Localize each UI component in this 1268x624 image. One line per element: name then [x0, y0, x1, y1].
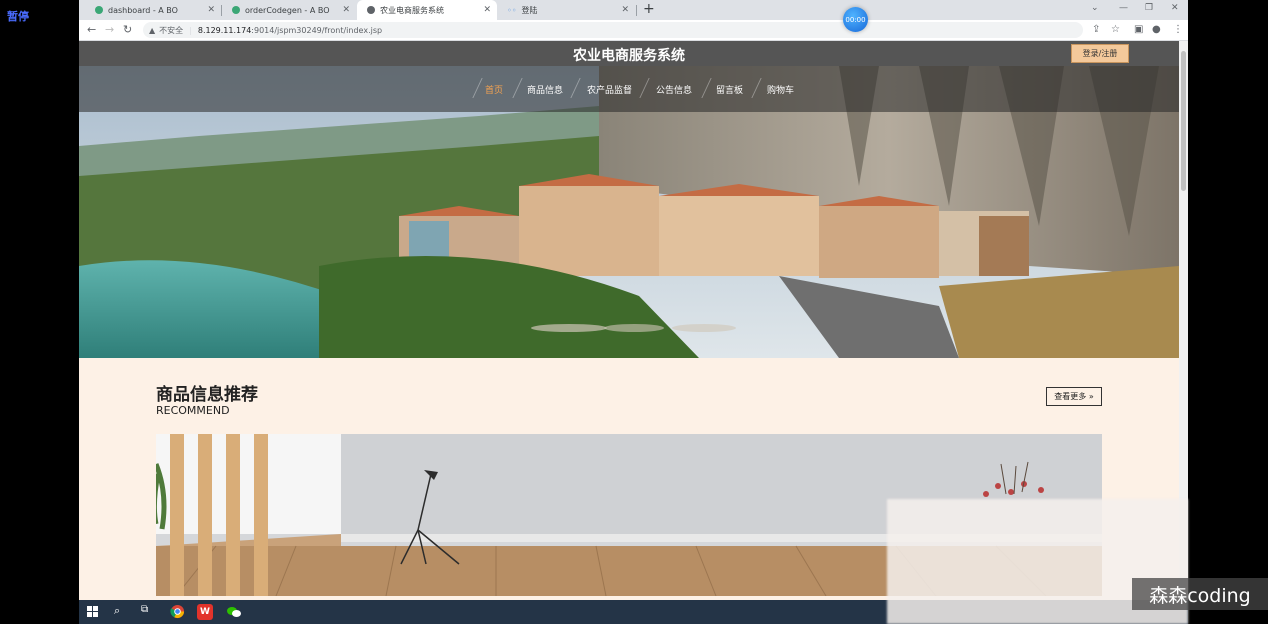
wechat-icon[interactable]	[226, 604, 242, 620]
main-nav: 首页 商品信息 农产品监督 公告信息 留言板 购物车	[79, 66, 1179, 112]
tab-close-icon[interactable]: ✕	[621, 5, 629, 15]
tab-agri-system[interactable]: 农业电商服务系统 ✕	[357, 0, 497, 20]
recorder-pause-label[interactable]: 暂停	[7, 8, 29, 24]
site-title: 农业电商服务系统	[573, 48, 685, 64]
screen: 暂停 dashboard - A BO ✕ orderCodegen - A B…	[0, 0, 1268, 624]
loading-icon: ◦◦	[507, 5, 517, 15]
close-window-icon[interactable]: ✕	[1171, 3, 1179, 13]
nav-divider	[512, 78, 523, 98]
tab-strip: dashboard - A BO ✕ orderCodegen - A BO ✕…	[79, 0, 1188, 20]
forward-icon[interactable]: →	[105, 23, 114, 36]
menu-icon[interactable]: ⋮	[1173, 24, 1183, 35]
scrollbar-thumb[interactable]	[1181, 51, 1186, 191]
minimize-icon[interactable]: —	[1119, 3, 1128, 13]
nav-divider	[751, 78, 762, 98]
nav-announcements[interactable]: 公告信息	[656, 83, 692, 96]
tab-favicon-icon	[232, 6, 240, 14]
security-label[interactable]: 不安全	[159, 25, 183, 36]
search-icon[interactable]: ⌕	[114, 604, 130, 620]
nav-divider	[639, 78, 650, 98]
section-subtitle: RECOMMEND	[156, 404, 230, 417]
nav-home[interactable]: 首页	[485, 83, 503, 96]
hero-banner: 首页 商品信息 农产品监督 公告信息 留言板 购物车	[79, 66, 1179, 358]
url-path: :9014/jspm30249/front/index.jsp	[251, 25, 383, 35]
sidebar-icon[interactable]: ▣	[1134, 24, 1143, 35]
view-more-button[interactable]: 查看更多 »	[1046, 387, 1102, 406]
nav-divider	[570, 78, 581, 98]
tab-login[interactable]: ◦◦ 登陆 ✕	[497, 0, 635, 20]
restore-icon[interactable]: ❐	[1145, 3, 1153, 13]
star-icon[interactable]: ☆	[1111, 24, 1120, 35]
tab-title: dashboard - A BO	[108, 5, 178, 15]
nav-products[interactable]: 商品信息	[527, 83, 563, 96]
share-icon[interactable]: ⇪	[1092, 24, 1100, 35]
browser-toolbar: ← → ↻ ▲ 不安全 | 8.129.11.174 :9014/jspm302…	[79, 20, 1188, 41]
taskview-icon[interactable]: ⧉	[141, 604, 157, 620]
globe-icon	[367, 6, 375, 14]
watermark-label: 森森coding	[1132, 578, 1268, 610]
tab-separator	[636, 5, 637, 16]
tab-title: 农业电商服务系统	[380, 5, 444, 15]
url-host: 8.129.11.174	[197, 25, 252, 35]
chrome-icon[interactable]	[170, 604, 186, 620]
nav-supervision[interactable]: 农产品监督	[587, 83, 632, 96]
tab-title: orderCodegen - A BO	[245, 5, 330, 15]
profile-icon[interactable]: ●	[1152, 24, 1161, 35]
tab-close-icon[interactable]: ✕	[207, 5, 215, 15]
section-title: 商品信息推荐	[156, 385, 258, 405]
tab-favicon-icon	[95, 6, 103, 14]
tab-close-icon[interactable]: ✕	[342, 5, 350, 15]
tab-close-icon[interactable]: ✕	[483, 5, 491, 15]
nav-message-board[interactable]: 留言板	[716, 83, 743, 96]
tab-ordercodegen[interactable]: orderCodegen - A BO ✕	[222, 0, 356, 20]
windows-start-icon[interactable]	[86, 604, 102, 620]
recorder-timer[interactable]: 00:00	[843, 7, 868, 32]
site-header: 农业电商服务系统 登录/注册	[79, 41, 1179, 66]
back-icon[interactable]: ←	[87, 23, 96, 36]
tab-dashboard[interactable]: dashboard - A BO ✕	[85, 0, 221, 20]
tab-title: 登陆	[521, 5, 538, 15]
chevron-down-icon[interactable]: ⌄	[1091, 3, 1099, 13]
new-tab-button[interactable]: +	[643, 1, 655, 17]
nav-divider	[701, 78, 712, 98]
divider: |	[189, 25, 192, 35]
nav-divider	[472, 78, 483, 98]
address-bar[interactable]: ▲ 不安全 | 8.129.11.174 :9014/jspm30249/fro…	[143, 22, 1083, 38]
wps-icon[interactable]: W	[197, 604, 213, 620]
nav-cart[interactable]: 购物车	[767, 83, 794, 96]
login-register-button[interactable]: 登录/注册	[1071, 44, 1129, 63]
reload-icon[interactable]: ↻	[123, 23, 132, 36]
warning-icon[interactable]: ▲	[149, 26, 155, 35]
